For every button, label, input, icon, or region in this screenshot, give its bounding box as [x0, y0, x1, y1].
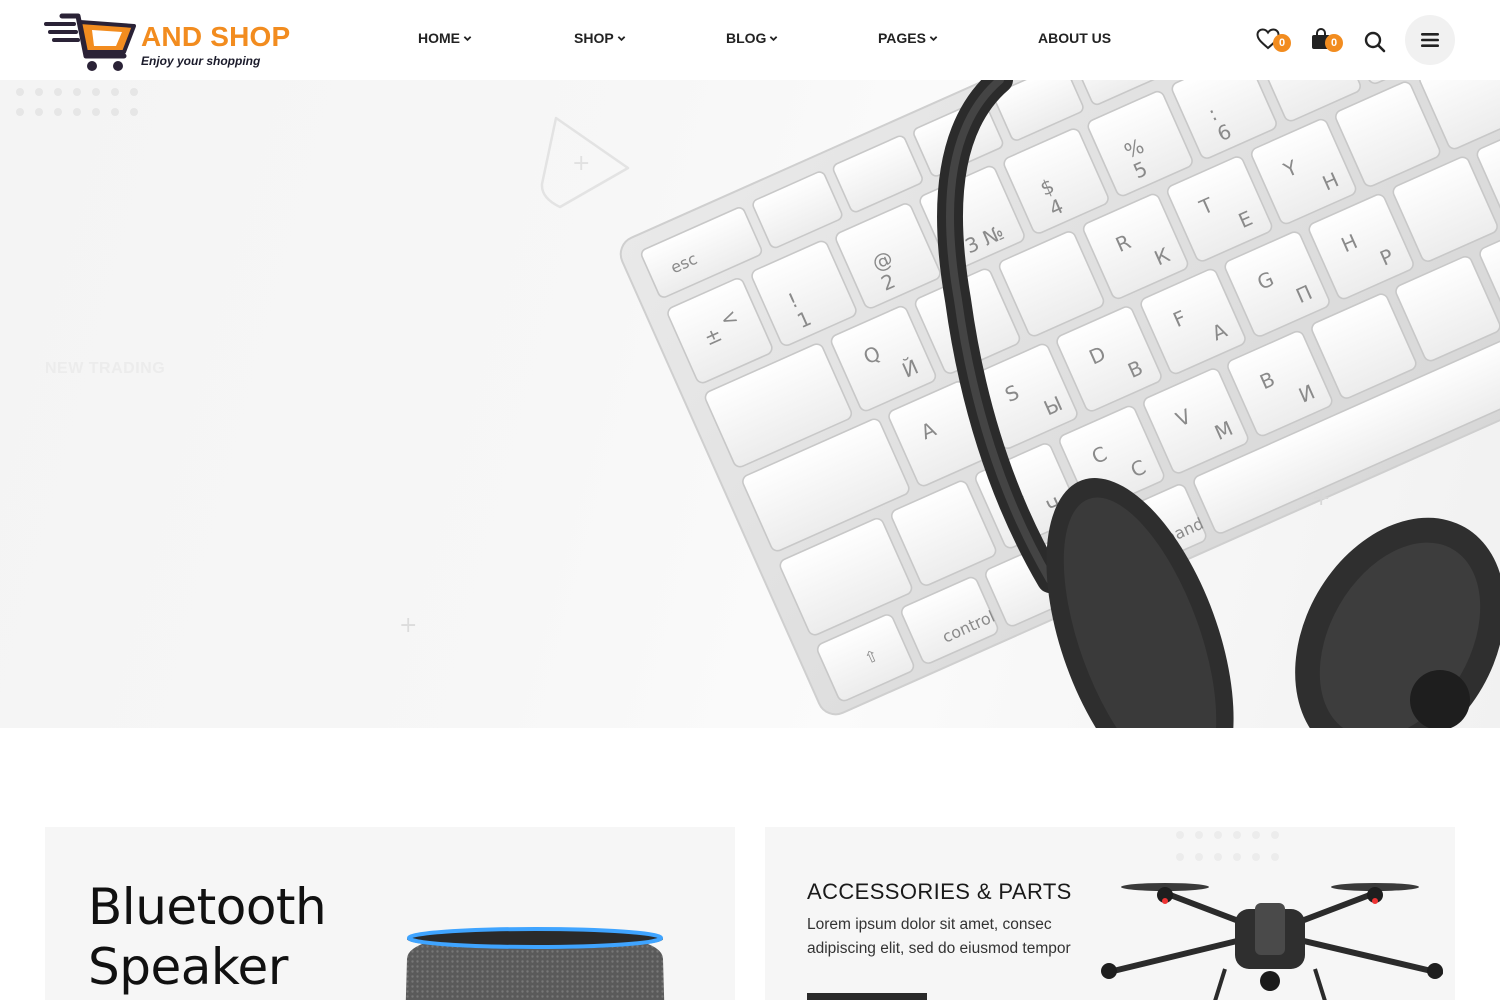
- wishlist-button[interactable]: 0: [1256, 28, 1296, 56]
- nav-item-label: HOME: [418, 30, 460, 46]
- shopping-cart-logo-icon: [44, 13, 136, 71]
- site-header: AND SHOP Enjoy your shopping HOME SHOP B…: [0, 0, 1500, 80]
- menu-button[interactable]: [1405, 15, 1455, 65]
- drone-image: [1101, 883, 1443, 1000]
- chevron-down-icon: [929, 35, 938, 41]
- cart-count-badge: 0: [1325, 34, 1343, 52]
- svg-text:+: +: [572, 151, 590, 176]
- search-button[interactable]: [1364, 31, 1386, 53]
- wishlist-count-badge: 0: [1273, 34, 1291, 52]
- shop-now-button[interactable]: [807, 993, 927, 1000]
- hamburger-icon: [1421, 33, 1439, 47]
- nav-item-shop[interactable]: SHOP: [574, 30, 626, 46]
- brand-name: AND SHOP: [141, 21, 291, 52]
- smart-speaker-image: [405, 927, 665, 1000]
- search-icon: [1364, 31, 1386, 53]
- chevron-down-icon: [463, 35, 472, 41]
- nav-item-blog[interactable]: BLOG: [726, 30, 778, 46]
- hero-banner: NEW TRADING + + esc ± < ! 1 @ 2 3 № $ 4 …: [0, 80, 1500, 728]
- nav-item-label: ABOUT US: [1038, 30, 1112, 46]
- svg-text:+: +: [1312, 486, 1330, 511]
- nav-item-home[interactable]: HOME: [418, 30, 472, 46]
- dots-pattern-decoration: [1176, 831, 1279, 861]
- svg-text:+: +: [399, 613, 417, 638]
- banner-title: Bluetooth Speaker: [88, 877, 327, 997]
- site-logo[interactable]: AND SHOP Enjoy your shopping: [44, 12, 314, 74]
- chevron-down-icon: [770, 35, 778, 41]
- promo-banner-bluetooth-speaker[interactable]: Bluetooth Speaker: [45, 827, 735, 1000]
- nav-item-pages[interactable]: PAGES: [878, 30, 938, 46]
- nav-item-label: SHOP: [574, 30, 614, 46]
- cart-button[interactable]: 0: [1311, 27, 1351, 56]
- keyboard-headset-image: + + esc ±< !1 @2 3 № $4 %5:6 Q Й R К T …: [399, 80, 1500, 728]
- nav-item-label: BLOG: [726, 30, 767, 46]
- chevron-down-icon: [617, 35, 625, 41]
- banner-title-line: Speaker: [88, 938, 288, 996]
- banner-description: Lorem ipsum dolor sit amet, consec adipi…: [807, 916, 1071, 957]
- promo-banner-accessories[interactable]: ACCESSORIES & PARTS Lorem ipsum dolor si…: [765, 827, 1455, 1000]
- brand-tagline: Enjoy your shopping: [141, 54, 261, 68]
- nav-item-about-us[interactable]: ABOUT US: [1038, 30, 1111, 46]
- nav-item-label: PAGES: [878, 30, 926, 46]
- banner-title: ACCESSORIES & PARTS: [807, 879, 1072, 904]
- banner-title-line: Bluetooth: [88, 878, 327, 936]
